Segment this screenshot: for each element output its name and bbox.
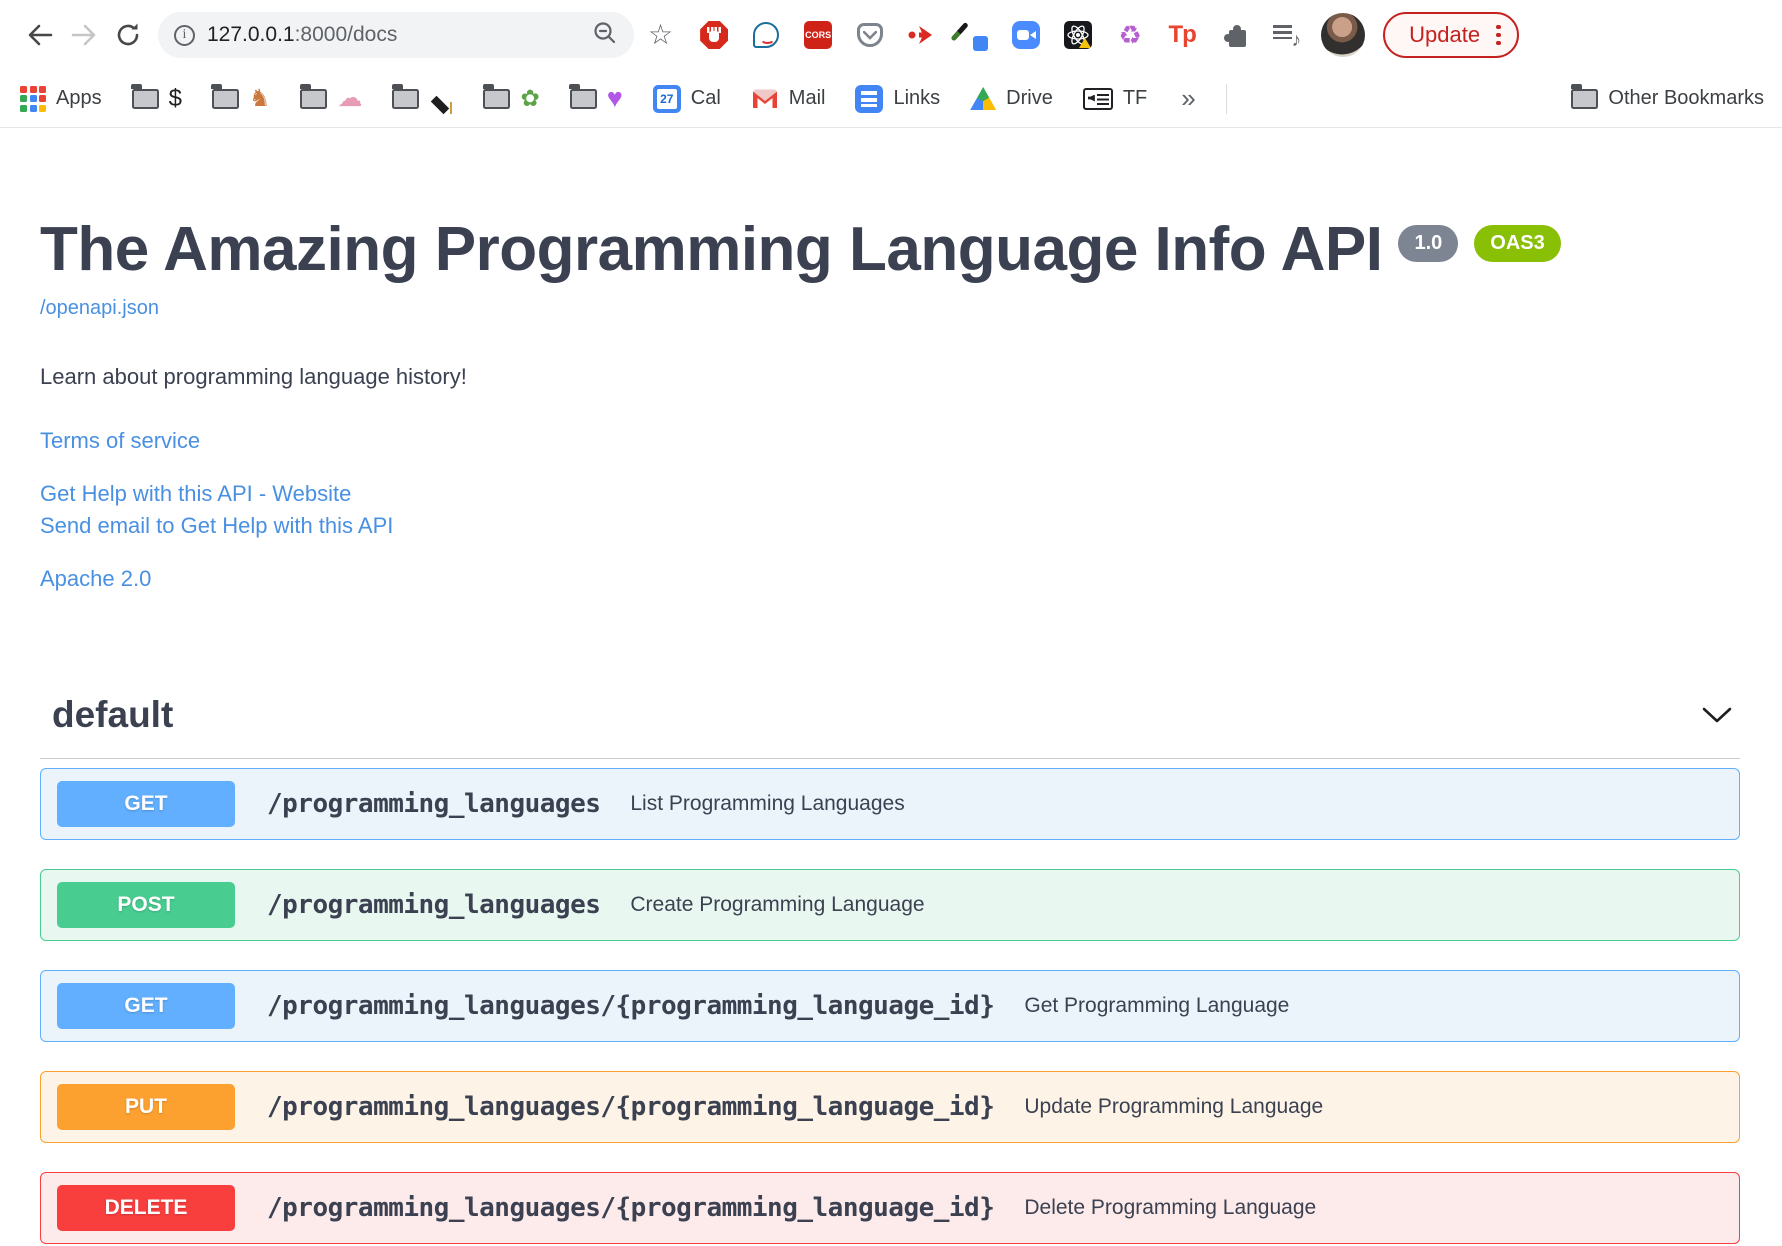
teleparty-icon[interactable]: Tp	[1167, 20, 1197, 50]
method-badge: POST	[57, 882, 235, 928]
recycle-icon[interactable]	[1115, 20, 1145, 50]
chat-bubble-icon[interactable]	[751, 20, 781, 50]
update-button[interactable]: Update	[1383, 12, 1519, 58]
terms-of-service-link[interactable]: Terms of service	[40, 428, 1740, 454]
endpoint-row-delete[interactable]: DELETE /programming_languages/{programmi…	[40, 1172, 1740, 1244]
profile-avatar[interactable]	[1321, 13, 1366, 57]
bookmark-star-icon[interactable]	[648, 21, 673, 49]
api-info-links: Terms of service Get Help with this API …	[40, 428, 1740, 592]
site-info-icon[interactable]	[174, 24, 195, 46]
api-description: Learn about programming language history…	[40, 364, 467, 389]
reload-icon[interactable]	[106, 13, 150, 57]
extensions-row: CORS Tp	[699, 20, 1301, 52]
zoom-video-icon[interactable]	[1011, 20, 1041, 50]
pocket-icon[interactable]	[855, 20, 885, 50]
folder-icon	[299, 84, 328, 109]
endpoint-summary: Delete Programming Language	[1024, 1196, 1317, 1219]
tag-section-default[interactable]: default	[40, 694, 1740, 736]
endpoint-row-put-update[interactable]: PUT /programming_languages/{programming_…	[40, 1071, 1740, 1143]
api-info-header: The Amazing Programming Language Info AP…	[40, 214, 1740, 285]
bookmark-tf[interactable]: TF	[1082, 87, 1147, 110]
bookmark-links[interactable]: Links	[855, 84, 940, 113]
endpoint-path: /programming_languages/{programming_lang…	[267, 991, 995, 1021]
endpoint-list: GET /programming_languages List Programm…	[40, 768, 1740, 1246]
url-text[interactable]: 127.0.0.1:8000/docs	[207, 23, 592, 47]
endpoint-summary: Create Programming Language	[630, 893, 925, 916]
bookmark-folder-herb[interactable]	[482, 84, 539, 110]
red-arrow-icon[interactable]	[907, 20, 937, 50]
cors-icon[interactable]: CORS	[803, 20, 833, 50]
carousel-horse-icon	[249, 87, 271, 111]
endpoint-row-get-one[interactable]: GET /programming_languages/{programming_…	[40, 970, 1740, 1042]
openapi-spec-link[interactable]: /openapi.json	[40, 297, 159, 320]
swagger-page: The Amazing Programming Language Info AP…	[0, 214, 1782, 1246]
bookmarks-divider	[1225, 83, 1227, 114]
bookmarks-overflow-chevron[interactable]: »	[1181, 83, 1195, 114]
bookmark-calendar[interactable]: 27 Cal	[652, 84, 721, 113]
react-devtools-icon[interactable]	[1063, 20, 1093, 50]
folder-icon	[1570, 84, 1599, 109]
bookmark-folder-purple-heart[interactable]	[569, 84, 623, 112]
endpoint-row-post-create[interactable]: POST /programming_languages Create Progr…	[40, 869, 1740, 941]
herb-icon	[520, 87, 539, 110]
graduation-cap-icon	[429, 96, 453, 114]
bookmark-mail[interactable]: Mail	[750, 87, 825, 110]
purple-heart-icon	[607, 85, 623, 112]
method-badge: GET	[57, 983, 235, 1029]
gmail-icon	[750, 88, 779, 109]
oas3-badge: OAS3	[1474, 225, 1561, 262]
address-bar[interactable]: 127.0.0.1:8000/docs	[158, 12, 634, 58]
bookmark-apps[interactable]: Apps	[20, 85, 102, 112]
contact-email-link[interactable]: Send email to Get Help with this API	[40, 510, 1740, 542]
zoom-out-icon[interactable]	[592, 20, 618, 51]
endpoint-path: /programming_languages	[267, 890, 601, 920]
forward-icon[interactable]	[62, 13, 106, 57]
apps-grid-icon	[20, 85, 46, 112]
media-queue-icon[interactable]	[1271, 20, 1301, 52]
other-bookmarks[interactable]: Other Bookmarks	[1570, 84, 1764, 110]
color-picker-icon[interactable]	[959, 20, 989, 51]
folder-icon	[131, 84, 159, 109]
brain-icon	[337, 86, 362, 111]
endpoint-path: /programming_languages/{programming_lang…	[267, 1092, 995, 1122]
endpoint-summary: Update Programming Language	[1024, 1095, 1324, 1118]
section-title: default	[52, 694, 174, 735]
bookmark-folder-brain[interactable]	[299, 84, 362, 111]
contact-website-link[interactable]: Get Help with this API - Website	[40, 478, 1740, 510]
endpoint-row-get-list[interactable]: GET /programming_languages List Programm…	[40, 768, 1740, 840]
method-badge: DELETE	[57, 1185, 235, 1231]
calendar-icon: 27	[652, 84, 681, 113]
version-badge: 1.0	[1398, 225, 1459, 262]
bookmarks-bar: Apps $ 27Cal Mail Links Drive TF » Other…	[0, 70, 1782, 128]
method-badge: GET	[57, 781, 235, 827]
endpoint-summary: Get Programming Language	[1024, 994, 1290, 1017]
section-divider	[40, 758, 1740, 759]
chevron-down-icon[interactable]	[1694, 695, 1740, 735]
tf-card-icon	[1082, 87, 1113, 110]
folder-icon	[211, 84, 239, 109]
back-icon[interactable]	[18, 13, 62, 57]
puzzle-icon[interactable]	[1219, 20, 1249, 50]
bookmark-folder-dollar[interactable]: $	[131, 84, 182, 111]
browser-toolbar: 127.0.0.1:8000/docs CORS Tp Update	[0, 0, 1782, 70]
adblock-hand-icon[interactable]	[699, 20, 729, 50]
folder-icon	[391, 84, 420, 109]
endpoint-summary: List Programming Languages	[630, 792, 905, 815]
drive-icon	[970, 87, 997, 110]
page-title: The Amazing Programming Language Info AP…	[40, 215, 1383, 284]
endpoint-path: /programming_languages/{programming_lang…	[267, 1193, 995, 1223]
bookmark-folder-carousel-horse[interactable]	[211, 84, 271, 111]
folder-icon	[482, 84, 511, 109]
bookmark-drive[interactable]: Drive	[970, 87, 1053, 110]
license-link[interactable]: Apache 2.0	[40, 566, 1740, 592]
bookmark-folder-graduation-cap[interactable]	[391, 84, 453, 114]
method-badge: PUT	[57, 1084, 235, 1130]
endpoint-path: /programming_languages	[267, 789, 601, 819]
folder-icon	[569, 84, 597, 109]
links-doc-icon	[855, 84, 884, 113]
browser-menu-dots-icon[interactable]	[1496, 24, 1501, 46]
